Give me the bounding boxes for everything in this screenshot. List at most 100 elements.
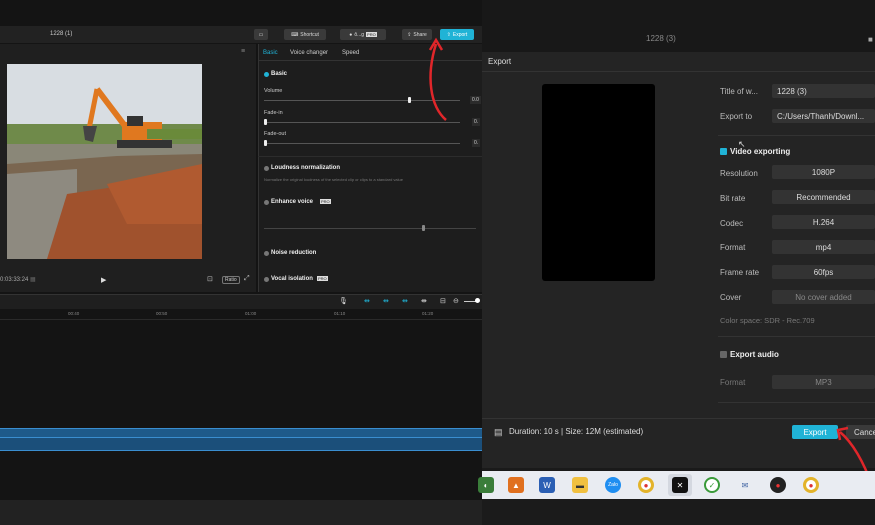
resolution-label: Resolution [720, 169, 758, 178]
chrome-icon[interactable]: ● [638, 477, 654, 493]
enhance-voice-title: Enhance voice [271, 199, 314, 205]
annotation-arrow [428, 37, 447, 121]
framerate-select[interactable]: 60fps [772, 265, 875, 279]
video-exporting-title: Video exporting [730, 147, 791, 156]
zoom-out-icon[interactable]: ⊖ [453, 297, 459, 305]
codec-label: Codec [720, 219, 744, 228]
divider [718, 135, 875, 136]
files-app-icon[interactable]: ◐ [478, 477, 494, 493]
dialog-header [482, 52, 875, 72]
audio-track[interactable] [0, 428, 482, 437]
loudness-title: Loudness normalization [271, 165, 341, 171]
video-frame [7, 64, 202, 259]
layout-icon[interactable]: ▭ [254, 29, 268, 40]
export-preview [542, 84, 655, 281]
user-label: ô...g [354, 31, 365, 38]
snap-icon[interactable]: ⇹ [402, 297, 408, 305]
fadeout-knob[interactable] [264, 140, 267, 146]
tab-voice-changer[interactable]: Voice changer [290, 50, 328, 56]
fadeout-value[interactable]: 0. [472, 139, 481, 147]
audio-format-select[interactable]: MP3 [772, 375, 875, 389]
play-icon[interactable]: ▶ [101, 276, 106, 284]
audio-format-label: Format [720, 378, 746, 387]
ruler-tick: 00:40 [68, 311, 80, 316]
dialog-title: Export [488, 57, 512, 66]
noise-reduction-title: Noise reduction [271, 250, 317, 256]
color-space-text: Color space: SDR - Rec.709 [720, 316, 815, 325]
word-icon[interactable]: W [539, 477, 555, 493]
email-icon[interactable]: ✉ [737, 477, 753, 493]
volume-value[interactable]: 0.0 [470, 96, 481, 104]
app-icon[interactable]: ▲ [508, 477, 524, 493]
microphone-icon[interactable]: 🎙 [339, 297, 348, 305]
enhance-knob[interactable] [422, 225, 425, 231]
basic-section-title: Basic [271, 71, 288, 77]
grid-icon[interactable]: ▦ [30, 276, 36, 283]
menu-icon[interactable]: ≡ [241, 48, 245, 55]
greenshot-icon[interactable]: ✓ [704, 477, 720, 493]
zalo-icon[interactable]: Zalo [605, 477, 621, 493]
export-path-input[interactable]: C:/Users/Thanh/Downl... [772, 109, 875, 123]
timecode: 0:03:33:24 [0, 277, 29, 283]
title-label: Title of w... [720, 87, 758, 96]
vocal-checkbox[interactable] [264, 277, 269, 282]
basic-checkbox[interactable] [264, 72, 269, 77]
window-control-icon[interactable]: ■ [868, 35, 873, 44]
split-icon[interactable]: ⇼ [421, 297, 427, 305]
tab-speed[interactable]: Speed [342, 50, 359, 56]
fadeout-label: Fade-out [264, 131, 287, 137]
fadein-label: Fade-in [264, 110, 283, 116]
divider [718, 336, 875, 337]
ruler-tick: 00:50 [156, 311, 168, 316]
fadeout-slider[interactable] [264, 143, 460, 144]
audio-export-checkbox[interactable] [720, 351, 727, 358]
format-label: Format [720, 243, 746, 252]
noise-checkbox[interactable] [264, 251, 269, 256]
video-track[interactable] [0, 437, 482, 451]
recorder-icon[interactable]: ● [770, 477, 786, 493]
chrome-icon-2[interactable]: ● [803, 477, 819, 493]
fullscreen-icon[interactable]: ⤢ [244, 275, 250, 283]
ruler-tick: 01:00 [245, 311, 257, 316]
title-input[interactable]: 1228 (3) [772, 84, 875, 98]
enhance-slider[interactable] [264, 228, 476, 229]
volume-label: Volume [264, 88, 283, 94]
link-icon[interactable]: ⇹ [364, 297, 370, 305]
avatar: ● [349, 31, 353, 38]
shortcut-label: Shortcut [300, 31, 319, 38]
format-select[interactable]: mp4 [772, 240, 875, 254]
tab-basic[interactable]: Basic [263, 50, 278, 56]
video-export-checkbox[interactable] [720, 148, 727, 155]
fit-icon[interactable]: ⊡ [207, 275, 213, 283]
window-titlebar [482, 0, 875, 52]
ruler-tick: 01:10 [334, 311, 346, 316]
user-menu[interactable]: ● ô...g PRO [340, 29, 386, 40]
share-icon: ⇪ [407, 31, 412, 38]
fadein-knob[interactable] [264, 119, 267, 125]
timeline-toolbar [0, 294, 482, 309]
zoom-knob[interactable] [475, 298, 480, 303]
enhance-checkbox[interactable] [264, 200, 269, 205]
ratio-button[interactable]: Ratio [222, 276, 240, 284]
project-title: 1228 (1) [50, 31, 73, 37]
codec-select[interactable]: H.264 [772, 215, 875, 229]
divider [258, 156, 482, 157]
excavator-image [7, 64, 202, 259]
cover-select[interactable]: No cover added [772, 290, 875, 304]
capcut-icon[interactable]: ✕ [672, 477, 688, 493]
folder-icon[interactable]: ▬ [572, 477, 588, 493]
resolution-select[interactable]: 1080P [772, 165, 875, 179]
duration-size-text: Duration: 10 s | Size: 12M (estimated) [509, 427, 644, 436]
preview-icon[interactable]: ⊟ [440, 297, 446, 305]
bottom-strip [482, 499, 875, 525]
bitrate-select[interactable]: Recommended [772, 190, 875, 204]
pro-badge: PRO [366, 32, 377, 37]
volume-knob[interactable] [408, 97, 411, 103]
shortcut-button[interactable]: ⌨ Shortcut [284, 29, 326, 40]
fadein-value[interactable]: 0. [472, 118, 481, 126]
magnet-icon[interactable]: ⇹ [383, 297, 389, 305]
ruler-tick: 01:20 [422, 311, 434, 316]
keyboard-icon: ⌨ [291, 31, 299, 38]
loudness-checkbox[interactable] [264, 166, 269, 171]
cover-label: Cover [720, 293, 742, 302]
